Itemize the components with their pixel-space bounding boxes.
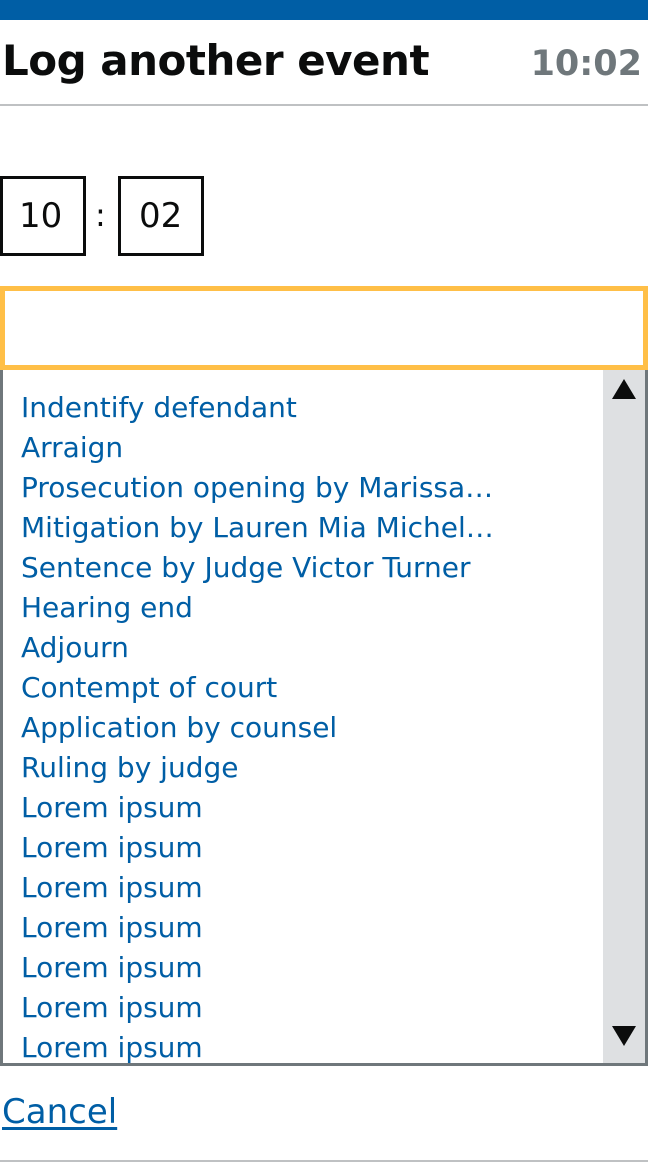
bottom-divider <box>0 1160 648 1162</box>
event-list: Indentify defendant Arraign Prosecution op… <box>3 388 603 1063</box>
event-option[interactable]: Hearing end <box>3 588 603 628</box>
minutes-input[interactable]: 02 <box>118 176 204 256</box>
page-title: Log another event <box>2 36 430 85</box>
event-option[interactable]: Sentence by Judge Victor Turner <box>3 548 603 588</box>
event-option[interactable]: Indentify defendant <box>3 388 603 428</box>
triangle-down-icon[interactable] <box>603 1019 645 1053</box>
scrollbar[interactable] <box>603 370 645 1063</box>
current-time: 10:02 <box>530 44 642 84</box>
time-separator: : <box>95 196 106 234</box>
event-option[interactable]: Lorem ipsum <box>3 948 603 988</box>
triangle-up-icon[interactable] <box>603 372 645 406</box>
hours-input[interactable]: 10 <box>0 176 86 256</box>
event-option[interactable]: Adjourn <box>3 628 603 668</box>
event-option[interactable]: Ruling by judge <box>3 748 603 788</box>
event-option[interactable]: Prosecution opening by Marissa… <box>3 468 603 508</box>
event-option[interactable]: Mitigation by Lauren Mia Michel… <box>3 508 603 548</box>
top-brand-bar <box>0 0 648 20</box>
event-option[interactable]: Lorem ipsum <box>3 988 603 1028</box>
event-option[interactable]: Lorem ipsum <box>3 868 603 908</box>
event-option[interactable]: Lorem ipsum <box>3 788 603 828</box>
event-option[interactable]: Application by counsel <box>3 708 603 748</box>
cancel-link[interactable]: Cancel <box>2 1092 117 1132</box>
event-option[interactable]: Lorem ipsum <box>3 828 603 868</box>
page-header: Log another event 10:02 <box>0 20 648 106</box>
event-search-input[interactable] <box>0 286 648 370</box>
event-option[interactable]: Contempt of court <box>3 668 603 708</box>
event-option[interactable]: Lorem ipsum <box>3 908 603 948</box>
event-option[interactable]: Arraign <box>3 428 603 468</box>
event-option[interactable]: Lorem ipsum <box>3 1028 603 1063</box>
event-listbox[interactable]: Indentify defendant Arraign Prosecution op… <box>0 370 648 1066</box>
